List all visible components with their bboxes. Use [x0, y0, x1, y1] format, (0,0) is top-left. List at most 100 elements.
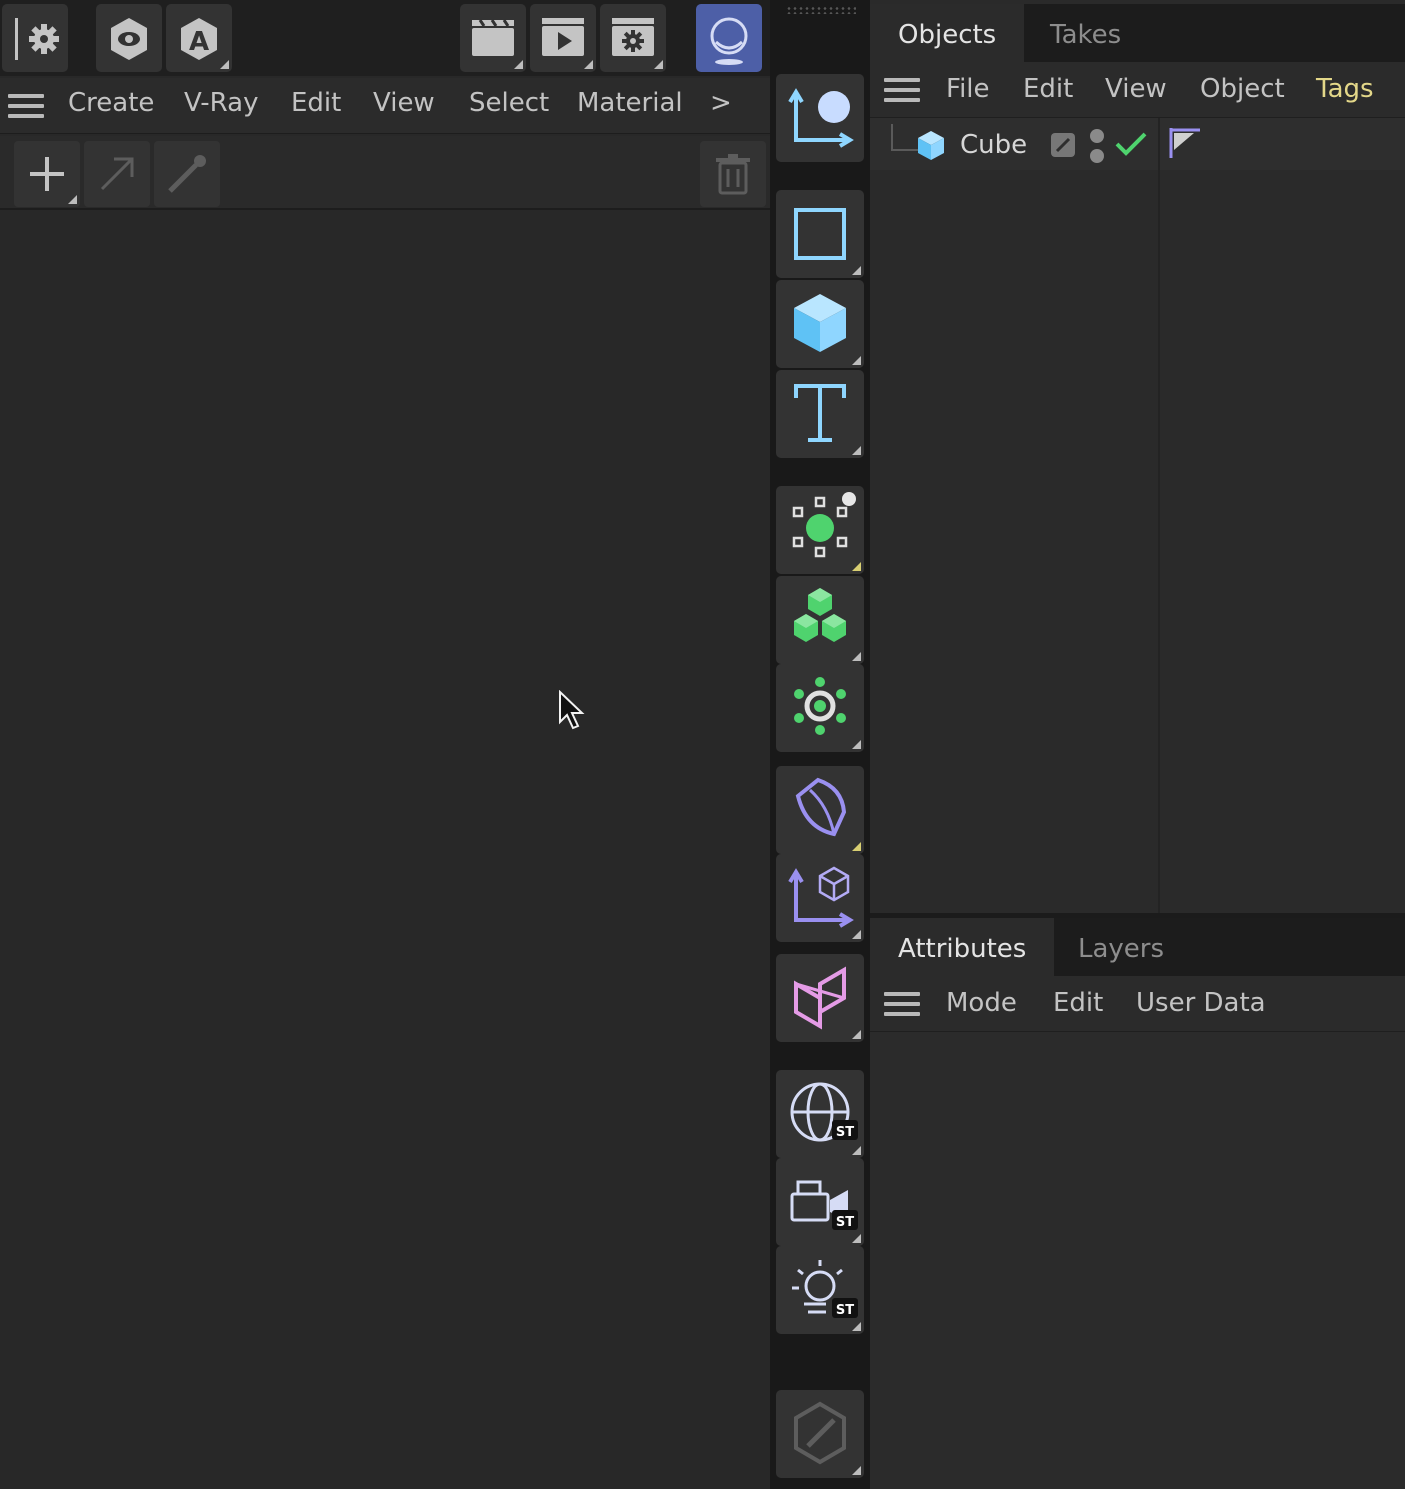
objects-tab-strip: Objects Takes: [870, 4, 1405, 62]
object-row-cube[interactable]: Cube: [870, 118, 1405, 170]
svg-text:ST: ST: [836, 1125, 854, 1140]
render-view-button[interactable]: [460, 4, 526, 72]
deformer-icon: [795, 777, 847, 837]
move-object-icon: [788, 88, 854, 148]
text-object-button[interactable]: [776, 370, 864, 458]
material-canvas[interactable]: [0, 212, 770, 1489]
camera-object-icon: [788, 866, 854, 928]
edit-mode-button[interactable]: [776, 1390, 864, 1478]
settings-button[interactable]: [2, 4, 68, 72]
cloner-icon: [794, 588, 846, 642]
deformer-button[interactable]: [776, 766, 864, 854]
submenu-marker: [654, 60, 663, 69]
mouse-cursor-icon: [559, 690, 585, 730]
apply-material-button[interactable]: [84, 141, 150, 207]
object-palette: ST ST ST: [770, 0, 870, 1489]
submenu-marker: [220, 60, 229, 69]
delete-material-button[interactable]: [700, 141, 766, 207]
top-toolbar: A: [0, 0, 770, 76]
hamburger-menu-icon[interactable]: [884, 78, 920, 104]
objects-menu-bar: File Edit View Object Tags: [870, 62, 1405, 118]
cube-icon: [918, 131, 944, 160]
menu-view[interactable]: View: [1105, 74, 1167, 104]
vray-vision-icon: [710, 17, 748, 65]
eyedropper-icon: [168, 155, 206, 193]
column-divider: [1158, 170, 1160, 913]
add-material-button[interactable]: [14, 141, 80, 207]
layer-edit-icon[interactable]: [1050, 132, 1076, 158]
cube-object-button[interactable]: [776, 280, 864, 368]
menu-create[interactable]: Create: [68, 88, 154, 118]
spline-rectangle-button[interactable]: [776, 190, 864, 278]
menu-object[interactable]: Object: [1200, 74, 1285, 104]
vray-dome-icon: ST: [790, 1082, 858, 1142]
text-icon: [794, 384, 846, 442]
render-settings-button[interactable]: [600, 4, 666, 72]
tab-objects[interactable]: Objects: [870, 4, 1025, 62]
hamburger-menu-icon[interactable]: [8, 94, 44, 120]
generator-icon: [792, 492, 856, 558]
field-icon: [794, 677, 846, 735]
submenu-marker: [514, 60, 523, 69]
auto-button[interactable]: A: [166, 4, 232, 72]
vray-dome-light-button[interactable]: ST: [776, 1070, 864, 1158]
submenu-marker: [852, 1234, 861, 1243]
menu-user-data[interactable]: User Data: [1136, 988, 1266, 1018]
eyedropper-button[interactable]: [154, 141, 220, 207]
vray-camera-button[interactable]: ST: [776, 1158, 864, 1246]
right-dock: Objects Takes File Edit View Object Tags…: [870, 0, 1405, 1489]
attributes-body: [870, 1032, 1405, 1489]
hamburger-menu-icon[interactable]: [884, 992, 920, 1018]
menu-edit[interactable]: Edit: [291, 88, 341, 118]
menu-mode[interactable]: Mode: [946, 988, 1017, 1018]
vray-infinite-plane-button[interactable]: [776, 954, 864, 1042]
enabled-check-icon[interactable]: [1114, 130, 1148, 158]
menu-tags[interactable]: Tags: [1316, 74, 1374, 104]
tab-layers[interactable]: Layers: [1050, 918, 1192, 976]
eye-icon: [111, 18, 147, 60]
square-spline-icon: [794, 208, 846, 260]
attributes-menu-bar: Mode Edit User Data: [870, 976, 1405, 1032]
object-name[interactable]: Cube: [960, 130, 1027, 160]
menu-view[interactable]: View: [373, 88, 435, 118]
field-button[interactable]: [776, 664, 864, 752]
submenu-marker: [852, 1322, 861, 1331]
tab-attributes[interactable]: Attributes: [870, 918, 1055, 976]
vray-camera-icon: ST: [790, 1180, 858, 1230]
attributes-tab-strip: Attributes Layers: [870, 918, 1405, 976]
submenu-marker: [584, 60, 593, 69]
submenu-marker: [852, 842, 861, 851]
submenu-marker: [852, 356, 861, 365]
tag-icon[interactable]: [1168, 126, 1204, 160]
generator-button[interactable]: [776, 486, 864, 574]
menu-overflow-chevron[interactable]: >: [710, 88, 732, 118]
tab-takes[interactable]: Takes: [1022, 4, 1149, 62]
menu-edit[interactable]: Edit: [1023, 74, 1073, 104]
menu-edit[interactable]: Edit: [1053, 988, 1103, 1018]
menu-file[interactable]: File: [946, 74, 990, 104]
vray-sun-icon: ST: [792, 1260, 858, 1318]
view-toggle-button[interactable]: [96, 4, 162, 72]
cloner-button[interactable]: [776, 576, 864, 664]
palette-grip[interactable]: [786, 6, 856, 14]
menu-select[interactable]: Select: [469, 88, 549, 118]
submenu-marker: [852, 266, 861, 275]
submenu-marker: [68, 195, 77, 204]
vray-vision-button[interactable]: [696, 4, 762, 72]
menu-vray[interactable]: V-Ray: [184, 88, 258, 118]
submenu-marker: [852, 930, 861, 939]
vray-sun-button[interactable]: ST: [776, 1246, 864, 1334]
move-object-button[interactable]: [776, 74, 864, 162]
submenu-marker: [852, 446, 861, 455]
svg-text:A: A: [189, 27, 209, 57]
render-button[interactable]: [530, 4, 596, 72]
material-menu-bar: Create V-Ray Edit View Select Material >: [0, 78, 770, 134]
arrow-diagonal-icon: [100, 157, 134, 191]
camera-object-button[interactable]: [776, 854, 864, 942]
object-list[interactable]: Cube: [870, 118, 1405, 913]
material-manager: A Create V-Ray Edit View Select Material…: [0, 0, 770, 1489]
menu-material[interactable]: Material: [577, 88, 683, 118]
cube-icon: [794, 294, 846, 352]
column-divider: [1158, 118, 1160, 170]
visibility-dots-icon[interactable]: [1088, 126, 1106, 166]
